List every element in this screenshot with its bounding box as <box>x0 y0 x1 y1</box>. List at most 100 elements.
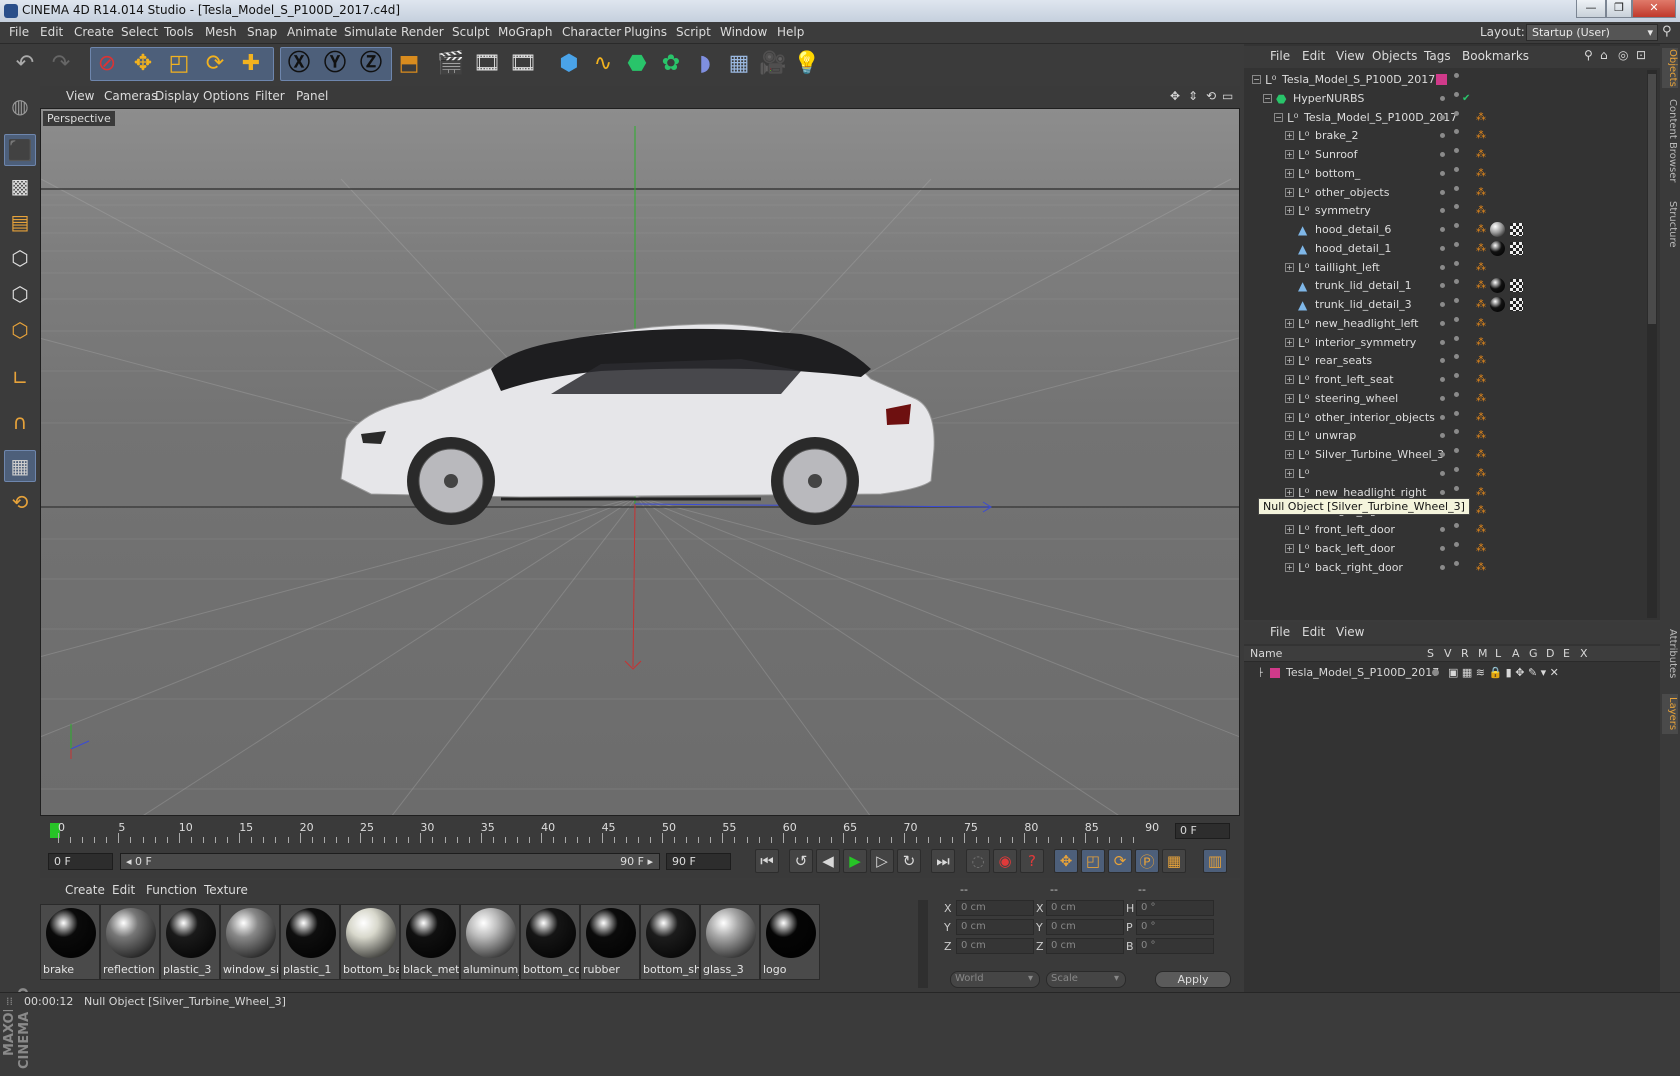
vp-menu-display[interactable]: Display <box>155 89 199 103</box>
expand-icon[interactable]: + <box>1285 187 1294 197</box>
coord-value-field[interactable]: 0 cm <box>1046 919 1124 935</box>
key-rotation-icon[interactable]: ⟳ <box>1108 849 1132 873</box>
material-swatch[interactable]: logo <box>760 904 820 980</box>
expand-icon[interactable]: + <box>1285 262 1294 272</box>
magnet-icon[interactable]: ∩ <box>4 406 36 438</box>
deformer-icon[interactable]: ◗ <box>688 47 722 81</box>
tag-icon[interactable]: ⁂ <box>1476 393 1486 404</box>
object-row[interactable]: + L⁰ front_left_door ⁂ <box>1244 520 1644 540</box>
render-visibility-dot[interactable] <box>1454 373 1459 378</box>
coord-value-field[interactable]: 0 cm <box>956 900 1034 916</box>
layer-color-swatch[interactable] <box>1436 74 1447 85</box>
material-scrollbar[interactable] <box>918 900 928 988</box>
render-visibility-dot[interactable] <box>1454 204 1459 210</box>
menu-character[interactable]: Character <box>562 25 621 39</box>
editor-visibility-dot[interactable] <box>1440 358 1445 364</box>
enabled-check-icon[interactable]: ✔ <box>1462 93 1470 104</box>
coord-value-field[interactable]: 0 cm <box>1046 938 1124 954</box>
obj-menu-tags[interactable]: Tags <box>1424 49 1451 63</box>
apply-button[interactable]: Apply <box>1155 971 1231 988</box>
render-visibility-dot[interactable] <box>1454 241 1459 247</box>
render-visibility-dot[interactable] <box>1454 316 1459 322</box>
coord-scale-select[interactable]: Scale ▾ <box>1046 971 1126 988</box>
maximize-view-icon[interactable]: ▭ <box>1222 89 1233 103</box>
tag-icon[interactable]: ⁂ <box>1476 468 1486 479</box>
object-row[interactable]: + L⁰ new_headlight_left ⁂ <box>1244 314 1644 334</box>
orbit-icon[interactable]: ⟲ <box>1206 89 1216 103</box>
key-param-icon[interactable]: Ⓟ <box>1135 849 1159 873</box>
tag-icon[interactable]: ⁂ <box>1476 280 1486 291</box>
search-icon[interactable]: ⚲ <box>1584 48 1593 62</box>
close-button[interactable]: ✕ <box>1632 0 1676 18</box>
render-visibility-dot[interactable] <box>1454 410 1459 416</box>
expand-icon[interactable]: − <box>1252 75 1261 84</box>
material-swatch[interactable]: bottom_co <box>520 904 580 980</box>
editor-visibility-dot[interactable] <box>1440 377 1445 382</box>
tag-icon[interactable]: ⁂ <box>1476 337 1486 348</box>
expand-icon[interactable]: + <box>1285 168 1294 178</box>
next-key-icon[interactable]: ↻ <box>897 849 921 873</box>
render-visibility-dot[interactable] <box>1454 129 1459 135</box>
render-visibility-dot[interactable] <box>1454 391 1459 397</box>
floor-icon[interactable]: ▦ <box>722 47 756 81</box>
coord-value-field[interactable]: 0 ° <box>1136 938 1214 954</box>
render-visibility-dot[interactable] <box>1454 91 1459 97</box>
obj-menu-objects[interactable]: Objects <box>1372 49 1417 63</box>
object-row[interactable]: + L⁰ symmetry ⁂ <box>1244 201 1644 221</box>
key-position-icon[interactable]: ✥ <box>1054 849 1078 873</box>
end-frame-field[interactable]: 90 F <box>666 853 731 870</box>
material-swatch[interactable]: plastic_1 <box>280 904 340 980</box>
editor-visibility-dot[interactable] <box>1440 189 1445 195</box>
uvw-tag-icon[interactable] <box>1510 279 1523 293</box>
menu-animate[interactable]: Animate <box>287 25 337 39</box>
editor-visibility-dot[interactable] <box>1440 395 1445 401</box>
editor-visibility-dot[interactable] <box>1440 545 1445 551</box>
timeline-window-icon[interactable]: ▥ <box>1203 849 1227 873</box>
render-visibility-dot[interactable] <box>1454 298 1459 303</box>
tab-layers[interactable]: Layers <box>1662 694 1678 734</box>
menu-snap[interactable]: Snap <box>247 25 277 39</box>
object-row[interactable]: + L⁰ interior_symmetry ⁂ <box>1244 333 1644 353</box>
editor-visibility-dot[interactable] <box>1440 527 1445 532</box>
tag-icon[interactable]: ⁂ <box>1476 262 1486 273</box>
obj-menu-view[interactable]: View <box>1336 49 1364 63</box>
maximize-button[interactable]: ❐ <box>1606 0 1632 18</box>
expand-icon[interactable]: ├ <box>1258 668 1263 677</box>
axis-mode-icon[interactable]: ∟ <box>4 362 36 394</box>
object-row[interactable]: − ⬣ HyperNURBS ✔ <box>1244 89 1644 109</box>
transform-icon[interactable]: ✚ <box>234 47 268 81</box>
range-slider[interactable]: ◂ 0 F 90 F ▸ <box>120 853 660 870</box>
render-visibility-dot[interactable] <box>1454 148 1459 153</box>
zoom-icon[interactable]: ⇕ <box>1188 89 1198 103</box>
tag-icon[interactable]: ⁂ <box>1476 430 1486 441</box>
render-visibility-dot[interactable] <box>1454 354 1459 360</box>
object-scrollbar[interactable] <box>1647 70 1657 618</box>
previous-key-icon[interactable]: ↺ <box>789 849 813 873</box>
tag-icon[interactable]: ⁂ <box>1476 543 1486 554</box>
tab-objects[interactable]: Objects <box>1662 48 1678 88</box>
go-to-start-icon[interactable]: ⏮ <box>755 849 779 873</box>
render-visibility-dot[interactable] <box>1454 335 1459 341</box>
mat-menu-create[interactable]: Create <box>65 883 105 897</box>
expand-icon[interactable]: + <box>1285 337 1294 347</box>
tag-icon[interactable]: ⁂ <box>1476 412 1486 423</box>
menu-file[interactable]: File <box>9 25 29 39</box>
scale-icon[interactable]: ◰ <box>162 47 196 81</box>
uvw-tag-icon[interactable] <box>1510 241 1523 255</box>
obj-menu-file[interactable]: File <box>1270 49 1290 63</box>
edges-mode-icon[interactable]: ⬡ <box>4 278 36 310</box>
editor-visibility-dot[interactable] <box>1440 302 1445 307</box>
editor-visibility-dot[interactable] <box>1440 414 1445 420</box>
expand-icon[interactable]: + <box>1285 318 1294 328</box>
mat-menu-function[interactable]: Function <box>146 883 197 897</box>
start-frame-field[interactable]: 0 F <box>48 853 113 870</box>
editor-visibility-dot[interactable] <box>1440 114 1445 120</box>
object-row[interactable]: + L⁰ back_right_door ⁂ <box>1244 558 1644 578</box>
object-row[interactable]: + L⁰ Silver_Turbine_Wheel_3 ⁂ <box>1244 445 1644 465</box>
editor-visibility-dot[interactable] <box>1440 452 1445 457</box>
expand-icon[interactable]: + <box>1285 393 1294 403</box>
menu-help[interactable]: Help <box>777 25 804 39</box>
object-row[interactable]: + L⁰ ⁂ <box>1244 464 1644 484</box>
coord-value-field[interactable]: 0 cm <box>1046 900 1124 916</box>
render-visibility-dot[interactable] <box>1454 279 1459 285</box>
